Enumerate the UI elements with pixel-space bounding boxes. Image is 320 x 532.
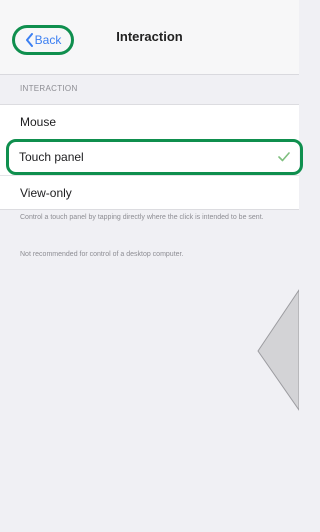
navigation-bar: Back Interaction (0, 0, 299, 75)
footer-description: Control a touch panel by tapping directl… (20, 214, 264, 221)
section-header: INTERACTION (20, 84, 78, 93)
option-mouse[interactable]: Mouse (0, 105, 299, 139)
option-label: Touch panel (19, 150, 84, 164)
checkmark-icon (278, 152, 290, 162)
footer-note: Not recommended for control of a desktop… (20, 251, 184, 258)
option-label: View-only (20, 185, 72, 200)
pointer-arrow-overlay (257, 289, 299, 411)
page-title: Interaction (116, 29, 183, 44)
option-label: Mouse (20, 115, 57, 129)
interaction-options-list: Mouse Touch panel View-only (0, 104, 303, 210)
option-touch-panel[interactable]: Touch panel (6, 139, 303, 175)
option-view-only[interactable]: View-only (0, 175, 299, 209)
